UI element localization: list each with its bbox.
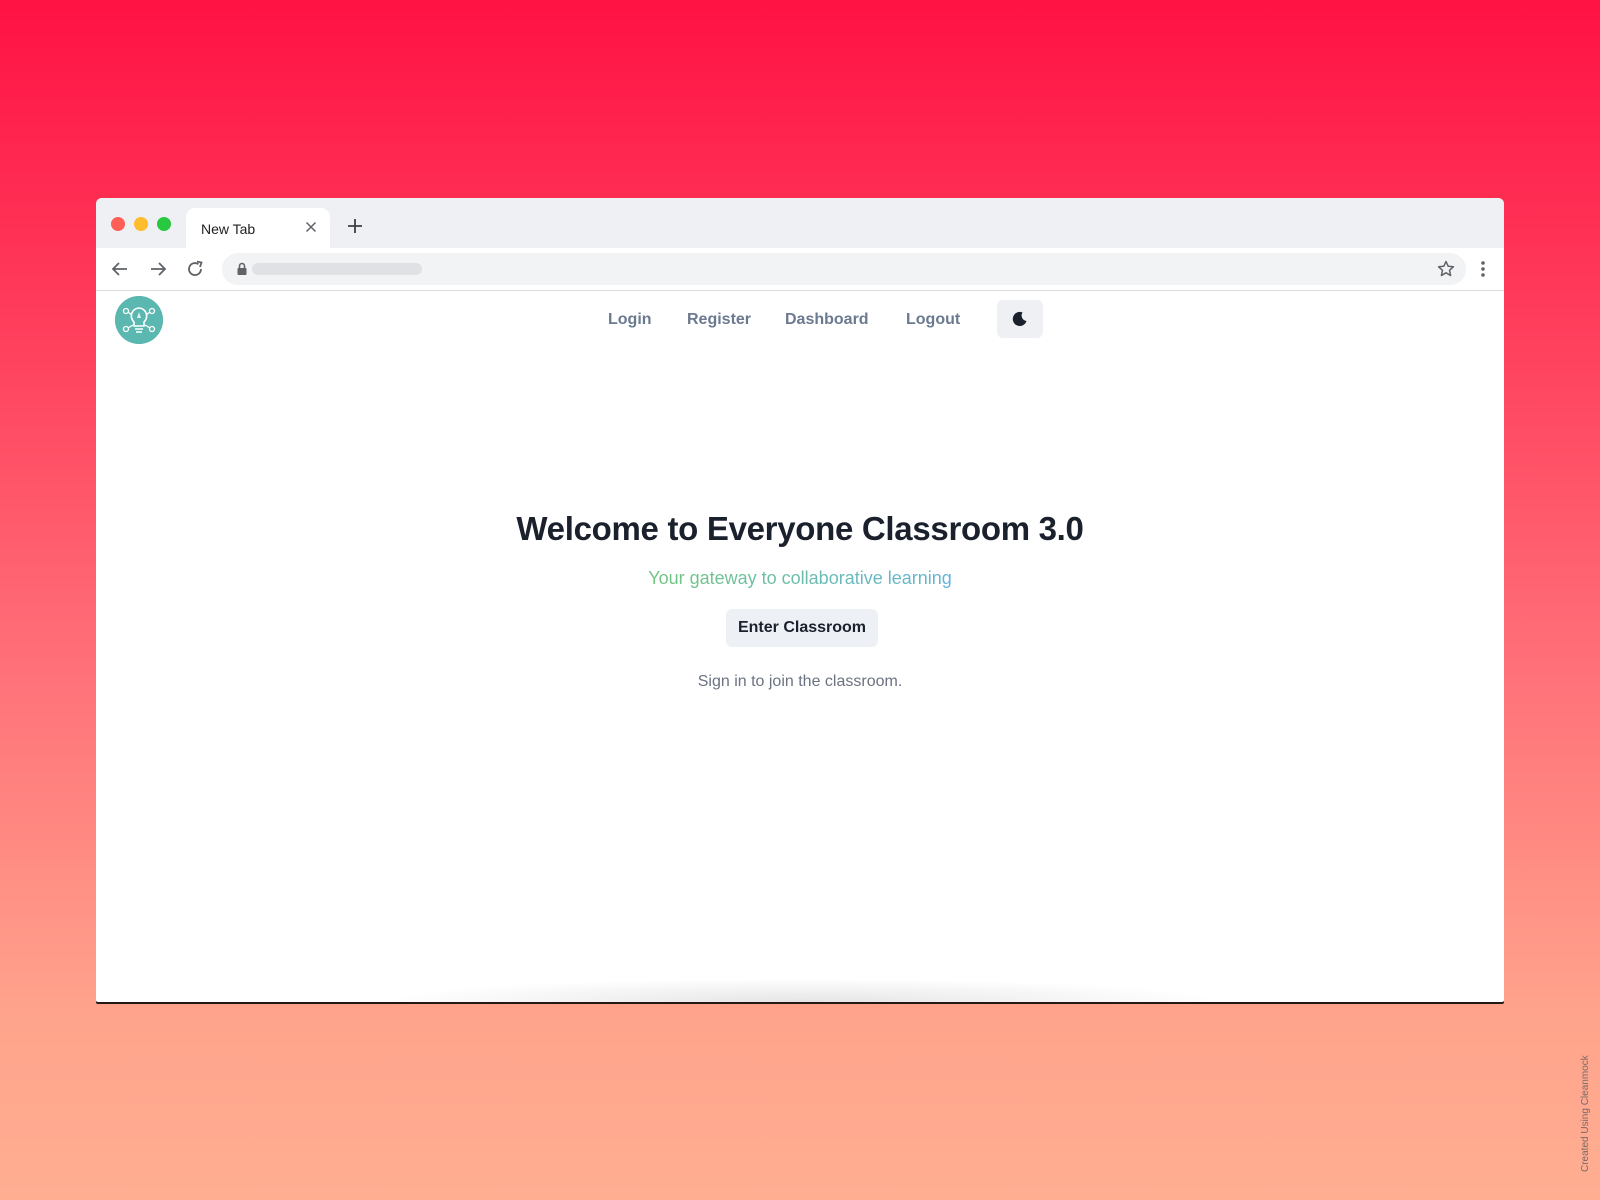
watermark: Created Using Cleanmock xyxy=(1580,1055,1591,1172)
page-title: Welcome to Everyone Classroom 3.0 xyxy=(516,510,1084,547)
content-shadow xyxy=(376,978,1226,1002)
browser-window: New Tab Login Register Dashboard Logout … xyxy=(96,198,1504,1002)
subtitle-text: Your gateway to collaborative learning xyxy=(648,568,952,588)
signin-note: Sign in to join the classroom. xyxy=(697,673,903,690)
enter-classroom-button[interactable]: Enter Classroom xyxy=(726,609,878,647)
hero-section: Welcome to Everyone Classroom 3.0 Your g… xyxy=(96,198,1504,1002)
page-subtitle: Your gateway to collaborative learning xyxy=(96,568,1504,589)
